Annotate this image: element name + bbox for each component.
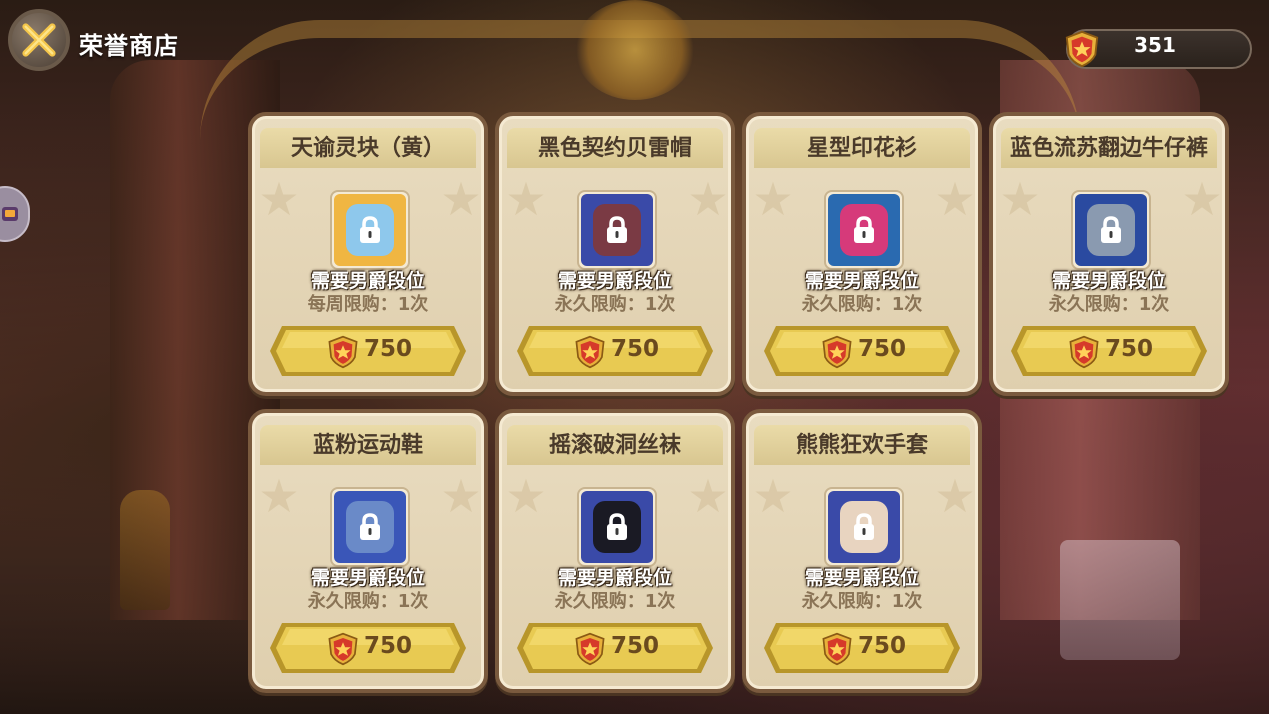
decor-star-icon: ★: [505, 172, 547, 226]
item-name: 摇滚破洞丝袜: [548, 433, 681, 458]
purchase-limit: 永久限购：1次: [554, 294, 676, 315]
side-menu-tab[interactable]: [0, 186, 30, 242]
item-icon-frame[interactable]: [824, 190, 904, 270]
buy-button[interactable]: 750: [268, 322, 468, 380]
purchase-limit: 永久限购：1次: [801, 591, 923, 612]
buy-button[interactable]: 750: [762, 619, 962, 677]
rank-requirement: 需要男爵段位: [804, 270, 919, 292]
lock-icon: [360, 513, 380, 540]
honor-badge-icon: [822, 335, 852, 369]
decor-star-icon: ★: [752, 469, 794, 523]
buy-button[interactable]: 750: [1009, 322, 1209, 380]
buy-button[interactable]: 750: [515, 619, 715, 677]
purchase-limit: 永久限购：1次: [307, 591, 429, 612]
lock-icon: [360, 216, 380, 243]
item-name: 星型印花衫: [806, 136, 917, 161]
rank-requirement: 需要男爵段位: [310, 270, 425, 292]
purchase-limit: 永久限购：1次: [801, 294, 923, 315]
shop-item-card[interactable]: ★ ★ 摇滚破洞丝袜 需要男爵段位 永久限购：1次 750: [495, 409, 735, 693]
purchase-limit: 永久限购：1次: [1048, 294, 1170, 315]
background-vase: [120, 490, 170, 610]
item-price: 750: [611, 633, 660, 659]
item-name: 蓝粉运动鞋: [312, 433, 423, 458]
rank-requirement: 需要男爵段位: [804, 567, 919, 589]
lock-icon: [854, 216, 874, 243]
item-icon-frame[interactable]: [824, 487, 904, 567]
purchase-limit: 永久限购：1次: [554, 591, 676, 612]
item-icon-frame[interactable]: [330, 190, 410, 270]
item-price: 750: [858, 336, 907, 362]
ripped-stockings-icon: [581, 491, 653, 563]
item-price: 750: [1105, 336, 1154, 362]
page-title: 荣誉商店: [79, 32, 179, 60]
honor-badge-icon: [1065, 30, 1099, 68]
lock-icon: [607, 513, 627, 540]
pink-shirt-icon: [828, 194, 900, 266]
decor-star-icon: ★: [258, 469, 300, 523]
honor-badge-icon: [575, 632, 605, 666]
item-price: 750: [364, 336, 413, 362]
decor-star-icon: ★: [687, 172, 729, 226]
rank-requirement: 需要男爵段位: [557, 567, 672, 589]
decor-star-icon: ★: [1181, 172, 1223, 226]
honor-badge-icon: [822, 632, 852, 666]
honor-currency-value: 351: [1134, 33, 1176, 57]
purchase-limit: 每周限购：1次: [307, 294, 429, 315]
item-icon-frame[interactable]: [330, 487, 410, 567]
item-name: 蓝色流苏翻边牛仔裤: [1009, 136, 1208, 161]
background-gift-boxes: [1060, 540, 1180, 660]
item-icon-frame[interactable]: [577, 487, 657, 567]
decor-star-icon: ★: [440, 469, 482, 523]
honor-badge-icon: [575, 335, 605, 369]
decor-star-icon: ★: [505, 469, 547, 523]
decor-star-icon: ★: [687, 469, 729, 523]
decor-star-icon: ★: [440, 172, 482, 226]
shop-item-card[interactable]: ★ ★ 黑色契约贝雷帽 需要男爵段位 永久限购：1次 750: [495, 112, 735, 396]
lock-icon: [1101, 216, 1121, 243]
blue-crystal-icon: [334, 194, 406, 266]
buy-button[interactable]: 750: [762, 322, 962, 380]
close-button[interactable]: [8, 9, 70, 71]
close-icon: [22, 23, 56, 57]
shop-item-card[interactable]: ★ ★ 熊熊狂欢手套 需要男爵段位 永久限购：1次 750: [742, 409, 982, 693]
decor-star-icon: ★: [934, 172, 976, 226]
honor-badge-icon: [1069, 335, 1099, 369]
item-price: 750: [611, 336, 660, 362]
shop-item-card[interactable]: ★ ★ 蓝色流苏翻边牛仔裤 需要男爵段位 永久限购：1次 750: [989, 112, 1229, 396]
rank-requirement: 需要男爵段位: [1051, 270, 1166, 292]
shop-item-card[interactable]: ★ ★ 蓝粉运动鞋 需要男爵段位 永久限购：1次 750: [248, 409, 488, 693]
honor-badge-icon: [328, 632, 358, 666]
decor-star-icon: ★: [934, 469, 976, 523]
buy-button[interactable]: 750: [268, 619, 468, 677]
item-name: 熊熊狂欢手套: [795, 433, 928, 458]
honor-badge-icon: [328, 335, 358, 369]
decor-star-icon: ★: [258, 172, 300, 226]
rank-requirement: 需要男爵段位: [557, 270, 672, 292]
bear-gloves-icon: [828, 491, 900, 563]
item-name: 黑色契约贝雷帽: [537, 136, 692, 161]
shop-item-card[interactable]: ★ ★ 星型印花衫 需要男爵段位 永久限购：1次 750: [742, 112, 982, 396]
item-icon-frame[interactable]: [1071, 190, 1151, 270]
item-icon-frame[interactable]: [577, 190, 657, 270]
black-beret-icon: [581, 194, 653, 266]
item-price: 750: [858, 633, 907, 659]
decor-star-icon: ★: [752, 172, 794, 226]
item-price: 750: [364, 633, 413, 659]
background-emblem: [575, 0, 695, 100]
side-tab-icon: [2, 207, 18, 221]
honor-shop-screen: 荣誉商店 351 ★ ★ 天谕灵块（黄） 需要男爵段位 每周限购：1次 750 …: [0, 0, 1269, 714]
shop-item-card[interactable]: ★ ★ 天谕灵块（黄） 需要男爵段位 每周限购：1次 750: [248, 112, 488, 396]
lock-icon: [854, 513, 874, 540]
buy-button[interactable]: 750: [515, 322, 715, 380]
sneakers-icon: [334, 491, 406, 563]
rank-requirement: 需要男爵段位: [310, 567, 425, 589]
denim-jeans-icon: [1075, 194, 1147, 266]
item-name: 天谕灵块（黄）: [290, 136, 445, 161]
decor-star-icon: ★: [999, 172, 1041, 226]
lock-icon: [607, 216, 627, 243]
